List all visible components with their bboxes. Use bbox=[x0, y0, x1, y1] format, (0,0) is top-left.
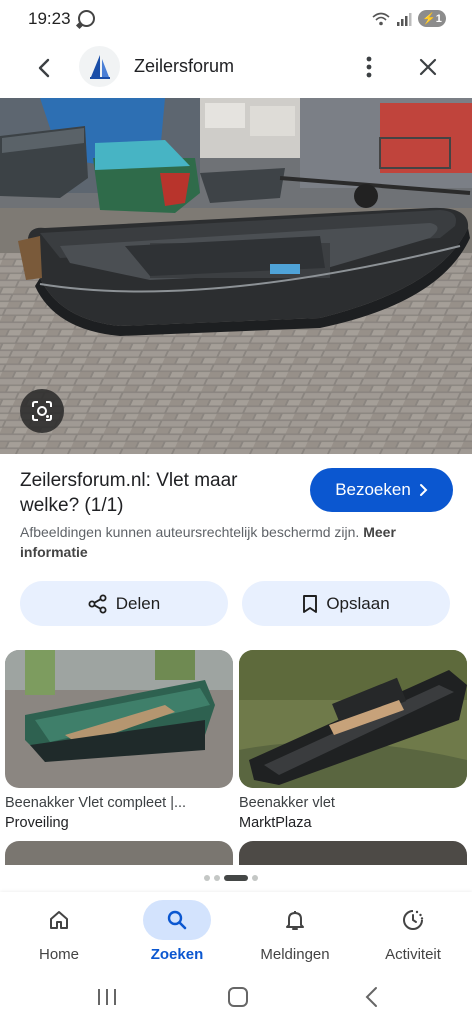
share-label: Delen bbox=[115, 593, 161, 613]
home-icon bbox=[50, 911, 68, 929]
nav-activity[interactable]: Activiteit bbox=[358, 900, 468, 963]
save-label: Opslaan bbox=[326, 593, 390, 613]
wifi-icon bbox=[372, 12, 390, 25]
sail-icon bbox=[89, 54, 110, 79]
back-button[interactable] bbox=[30, 54, 58, 82]
system-nav-bar bbox=[0, 976, 472, 1024]
nav-icon-wrap bbox=[261, 900, 329, 940]
status-bar: 19:23 ⚡ 1 bbox=[0, 0, 472, 38]
related-card[interactable]: Beenakker vlet MarktPlaza bbox=[239, 650, 467, 831]
visit-button[interactable]: Bezoeken bbox=[310, 468, 453, 512]
more-options-button[interactable] bbox=[356, 52, 382, 82]
pager-dots bbox=[204, 875, 258, 881]
pager-dot bbox=[252, 875, 258, 881]
bottom-nav: Home Zoeken Meldingen Activiteit bbox=[0, 892, 472, 976]
nav-label: Activiteit bbox=[385, 946, 441, 963]
share-icon bbox=[88, 594, 107, 613]
nav-home[interactable]: Home bbox=[4, 900, 114, 963]
nav-label: Meldingen bbox=[260, 946, 330, 963]
visit-label: Bezoeken bbox=[335, 480, 411, 499]
main-image[interactable] bbox=[0, 98, 472, 454]
nav-label: Home bbox=[38, 946, 79, 963]
related-image[interactable] bbox=[239, 841, 467, 865]
pager-dot bbox=[214, 875, 220, 881]
boat-photo bbox=[0, 98, 472, 454]
header: Zeilersforum bbox=[0, 38, 472, 96]
share-button[interactable]: Delen bbox=[20, 581, 228, 626]
battery-label: 1 bbox=[435, 12, 442, 25]
system-back-icon[interactable] bbox=[362, 986, 382, 1008]
result-title[interactable]: Zeilersforum.nl: Vlet maar welke? (1/1) bbox=[20, 468, 290, 518]
lens-icon bbox=[32, 401, 52, 421]
signal-icon bbox=[397, 12, 412, 26]
recent-apps-icon[interactable] bbox=[96, 988, 118, 1006]
related-photo bbox=[5, 650, 233, 788]
save-button[interactable]: Opslaan bbox=[242, 581, 450, 626]
related-source: Proveiling bbox=[5, 815, 69, 831]
battery-icon: ⚡ 1 bbox=[418, 10, 446, 27]
nav-icon-wrap bbox=[143, 900, 211, 940]
pager-dot bbox=[204, 875, 210, 881]
close-icon bbox=[419, 58, 437, 76]
related-source: MarktPlaza bbox=[239, 815, 312, 831]
pager-dot-active bbox=[224, 875, 248, 881]
nav-notifications[interactable]: Meldingen bbox=[240, 900, 350, 963]
more-vert-icon bbox=[366, 56, 372, 78]
related-image[interactable] bbox=[239, 650, 467, 788]
close-button[interactable] bbox=[414, 52, 442, 82]
copyright-text: Afbeeldingen kunnen auteursrechtelijk be… bbox=[20, 524, 360, 540]
nav-icon-wrap bbox=[379, 900, 447, 940]
status-time: 19:23 bbox=[28, 9, 71, 28]
related-card[interactable] bbox=[5, 841, 233, 865]
nav-label: Zoeken bbox=[150, 946, 204, 963]
activity-icon bbox=[403, 910, 424, 930]
bell-icon bbox=[286, 911, 304, 930]
system-home-icon[interactable] bbox=[228, 987, 248, 1007]
site-logo-icon[interactable] bbox=[79, 46, 120, 87]
related-photo bbox=[239, 650, 467, 788]
related-image[interactable] bbox=[5, 650, 233, 788]
related-title: Beenakker vlet bbox=[239, 795, 335, 811]
related-card[interactable]: Beenakker Vlet compleet |... Proveiling bbox=[5, 650, 233, 831]
bookmark-icon bbox=[303, 594, 318, 613]
site-title: Zeilersforum bbox=[134, 56, 235, 76]
related-card[interactable] bbox=[239, 841, 467, 865]
chevron-right-icon bbox=[419, 484, 428, 496]
related-image[interactable] bbox=[5, 841, 233, 865]
nav-search[interactable]: Zoeken bbox=[122, 900, 232, 963]
related-title: Beenakker Vlet compleet |... bbox=[5, 795, 187, 811]
copyright-notice: Afbeeldingen kunnen auteursrechtelijk be… bbox=[20, 522, 450, 562]
lens-button[interactable] bbox=[20, 389, 64, 433]
back-arrow-icon bbox=[38, 58, 50, 78]
status-icons: ⚡ 1 bbox=[372, 10, 446, 27]
nav-icon-wrap bbox=[25, 900, 93, 940]
whatsapp-icon bbox=[78, 10, 95, 27]
search-icon bbox=[167, 910, 187, 930]
